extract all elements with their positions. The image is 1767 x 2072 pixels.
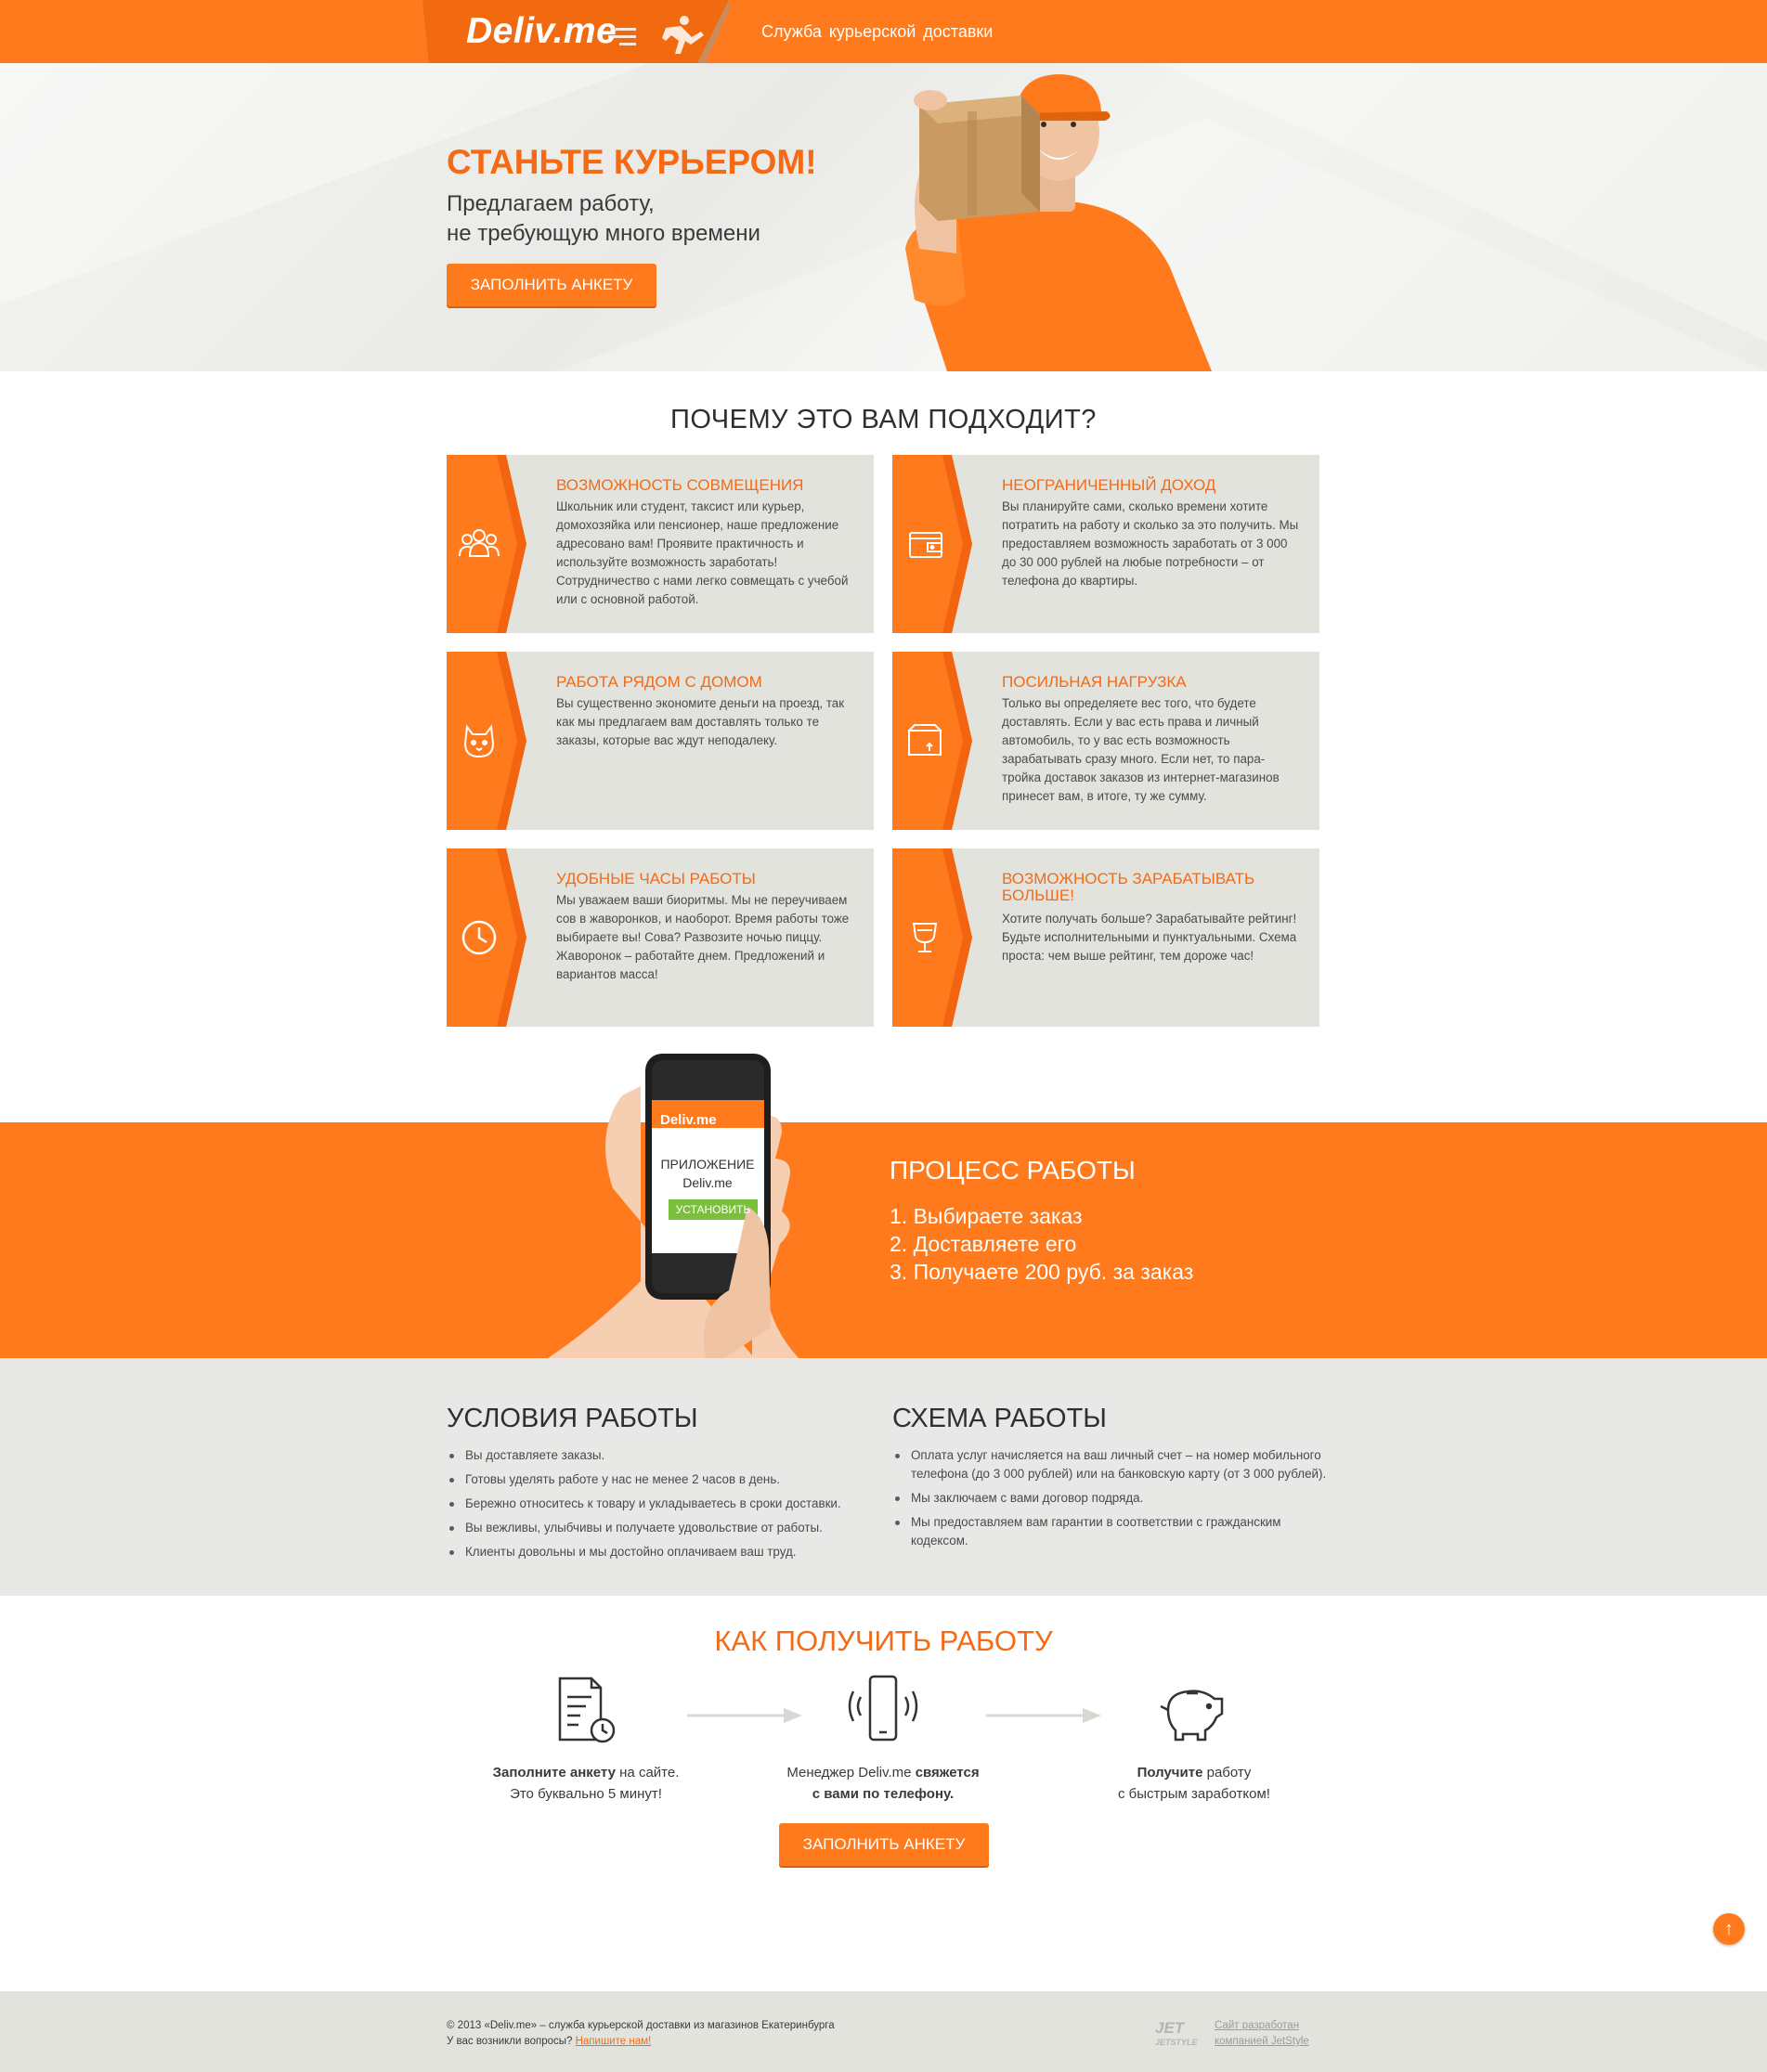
card-title: РАБОТА РЯДОМ С ДОМОМ <box>556 673 762 691</box>
footer <box>0 1991 1767 2072</box>
fill-form-button-bottom[interactable]: ЗАПОЛНИТЬ АНКЕТУ <box>779 1823 989 1866</box>
conditions-section <box>0 1358 1767 1596</box>
courier-illustration <box>905 74 1212 371</box>
benefit-card: ПОСИЛЬНАЯ НАГРУЗКА Только вы определяете… <box>892 652 1319 830</box>
card-text: Только вы определяете вес того, что буде… <box>1002 696 1280 803</box>
list-item: Бережно относитесь к товару и укладывает… <box>447 1495 883 1513</box>
card-title: ВОЗМОЖНОСТЬ СОВМЕЩЕНИЯ <box>556 476 804 494</box>
footer-copyright: © 2013 «Deliv.me» – служба курьерской до… <box>447 2018 835 2050</box>
why-section-title: ПОЧЕМУ ЭТО ВАМ ПОДХОДИТ? <box>670 405 1097 434</box>
step-text-line2: с вами по телефону. <box>812 1786 955 1802</box>
list-item: Мы заключаем с вами договор подряда. <box>892 1489 1329 1508</box>
list-item: Готовы уделять работе у нас не менее 2 ч… <box>447 1470 883 1489</box>
logo[interactable]: Deliv.me <box>466 11 617 52</box>
hero-subtitle: Предлагаем работу, не требующую много вр… <box>447 189 760 249</box>
card-text: Вы существенно экономите деньги на проез… <box>556 696 845 747</box>
scroll-to-top-button[interactable]: ↑ <box>1713 1913 1745 1945</box>
phone-app-line2: Deliv.me <box>682 1175 733 1190</box>
process-step: 2. Доставляете его <box>890 1232 1077 1256</box>
contact-link[interactable]: Напишите нам! <box>576 2036 652 2047</box>
step-manager-call-text: Менеджер Deliv.me свяжется с вами по тел… <box>762 1762 1004 1805</box>
list-item: Вы доставляете заказы. <box>447 1446 883 1465</box>
conditions-title: УСЛОВИЯ РАБОТЫ <box>447 1404 698 1433</box>
scheme-title: СХЕМА РАБОТЫ <box>892 1404 1107 1433</box>
process-steps: 1. Выбираете заказ 2. Доставляете его 3.… <box>890 1202 1193 1286</box>
developer-link-line2: компанией JetStyle <box>1215 2036 1309 2047</box>
developer-link[interactable]: Сайт разработан компанией JetStyle <box>1215 2018 1309 2050</box>
list-item: Вы вежливы, улыбчивы и получаете удоволь… <box>447 1519 883 1537</box>
process-step: 1. Выбираете заказ <box>890 1204 1083 1228</box>
phone-call-icon <box>848 1675 918 1742</box>
card-text: Хотите получать больше? Зарабатывайте ре… <box>1002 912 1297 963</box>
step-text-line2: с быстрым заработком! <box>1118 1786 1270 1802</box>
phone-app-line1: ПРИЛОЖЕНИЕ <box>660 1157 755 1172</box>
wallet-icon <box>909 532 942 558</box>
developer-link-line1: Сайт разработан <box>1215 2020 1300 2031</box>
fill-form-button[interactable]: ЗАПОЛНИТЬ АНКЕТУ <box>447 264 656 306</box>
benefit-card: ВОЗМОЖНОСТЬ ЗАРАБАТЫВАТЬ БОЛЬШЕ! Хотите … <box>892 848 1319 1027</box>
conditions-list: Вы доставляете заказы. Готовы уделять ра… <box>447 1446 883 1567</box>
step-text-rest: работу <box>1202 1765 1252 1781</box>
piggy-bank-icon <box>1160 1690 1224 1742</box>
people-icon <box>459 529 500 557</box>
list-item: Мы предоставляем вам гарантии в соответс… <box>892 1513 1329 1550</box>
step-text-line2: Это буквально 5 минут! <box>510 1786 662 1802</box>
list-item: Клиенты довольны и мы достойно оплачивае… <box>447 1543 883 1561</box>
benefit-card: НЕОГРАНИЧЕННЫЙ ДОХОД Вы планируйте сами,… <box>892 455 1319 633</box>
how-section-title: КАК ПОЛУЧИТЬ РАБОТУ <box>714 1625 1053 1657</box>
footer-copyright-text: © 2013 «Deliv.me» – служба курьерской до… <box>447 2020 835 2031</box>
process-title: ПРОЦЕСС РАБОТЫ <box>890 1156 1136 1185</box>
hero-subtitle-line2: не требующую много времени <box>447 221 760 246</box>
card-title: ПОСИЛЬНАЯ НАГРУЗКА <box>1002 673 1187 691</box>
footer-question: У вас возникли вопросы? <box>447 2036 576 2047</box>
step-text-bold: Получите <box>1137 1765 1203 1781</box>
benefit-card: РАБОТА РЯДОМ С ДОМОМ Вы существенно экон… <box>447 652 874 830</box>
step-arrow <box>687 1708 802 1723</box>
card-title: УДОБНЫЕ ЧАСЫ РАБОТЫ <box>556 870 756 887</box>
clock-icon <box>461 920 497 955</box>
hero-title: СТАНЬТЕ КУРЬЕРОМ! <box>447 143 817 181</box>
jetstyle-logo-text: JETSTYLE <box>1155 2038 1199 2047</box>
step-fill-form-text: Заполните анкету на сайте. Это буквально… <box>465 1762 707 1805</box>
phone-app-brand: Deliv.me <box>660 1112 717 1128</box>
step-arrow <box>986 1708 1101 1723</box>
card-title: ВОЗМОЖНОСТЬ ЗАРАБАТЫВАТЬ БОЛЬШЕ! <box>1002 870 1255 904</box>
form-document-icon <box>558 1677 616 1743</box>
step-text-pre: Менеджер Deliv.me <box>786 1765 916 1781</box>
list-item: Оплата услуг начисляется на ваш личный с… <box>892 1446 1329 1483</box>
process-section <box>0 1122 1767 1358</box>
trophy-icon <box>912 923 938 952</box>
arrow-up-icon: ↑ <box>1724 1919 1734 1939</box>
step-get-job-text: Получите работу с быстрым заработком! <box>1073 1762 1315 1805</box>
benefit-card: УДОБНЫЕ ЧАСЫ РАБОТЫ Мы уважаем ваши биор… <box>447 848 874 1027</box>
step-text-bold: Заполните анкету <box>492 1765 616 1781</box>
card-text: Мы уважаем ваши биоритмы. Мы не переучив… <box>556 893 850 981</box>
process-step: 3. Получаете 200 руб. за заказ <box>890 1260 1194 1284</box>
hero-section <box>0 63 1767 371</box>
svg-text:JET: JET <box>1155 2019 1186 2037</box>
card-title: НЕОГРАНИЧЕННЫЙ ДОХОД <box>1002 476 1216 494</box>
step-text-bold: свяжется <box>915 1765 980 1781</box>
card-text: Вы планируйте сами, сколько времени хоти… <box>1002 499 1299 588</box>
phone-app-caption: ПРИЛОЖЕНИЕ Deliv.me <box>652 1155 763 1192</box>
benefit-card: ВОЗМОЖНОСТЬ СОВМЕЩЕНИЯ Школьник или студ… <box>447 455 874 633</box>
phone-install-button[interactable]: УСТАНОВИТЬ <box>669 1203 758 1216</box>
cat-icon <box>463 724 495 758</box>
step-text-rest: на сайте. <box>615 1765 680 1781</box>
hero-subtitle-line1: Предлагаем работу, <box>447 191 655 216</box>
jetstyle-logo[interactable]: JET JETSTYLE <box>1153 2016 1207 2050</box>
card-text: Школьник или студент, таксист или курьер… <box>556 499 849 606</box>
scheme-list: Оплата услуг начисляется на ваш личный с… <box>892 1446 1329 1556</box>
box-icon <box>908 724 942 756</box>
hero-background-shapes <box>0 63 1767 371</box>
header-tagline: Служба курьерской доставки <box>761 22 994 41</box>
